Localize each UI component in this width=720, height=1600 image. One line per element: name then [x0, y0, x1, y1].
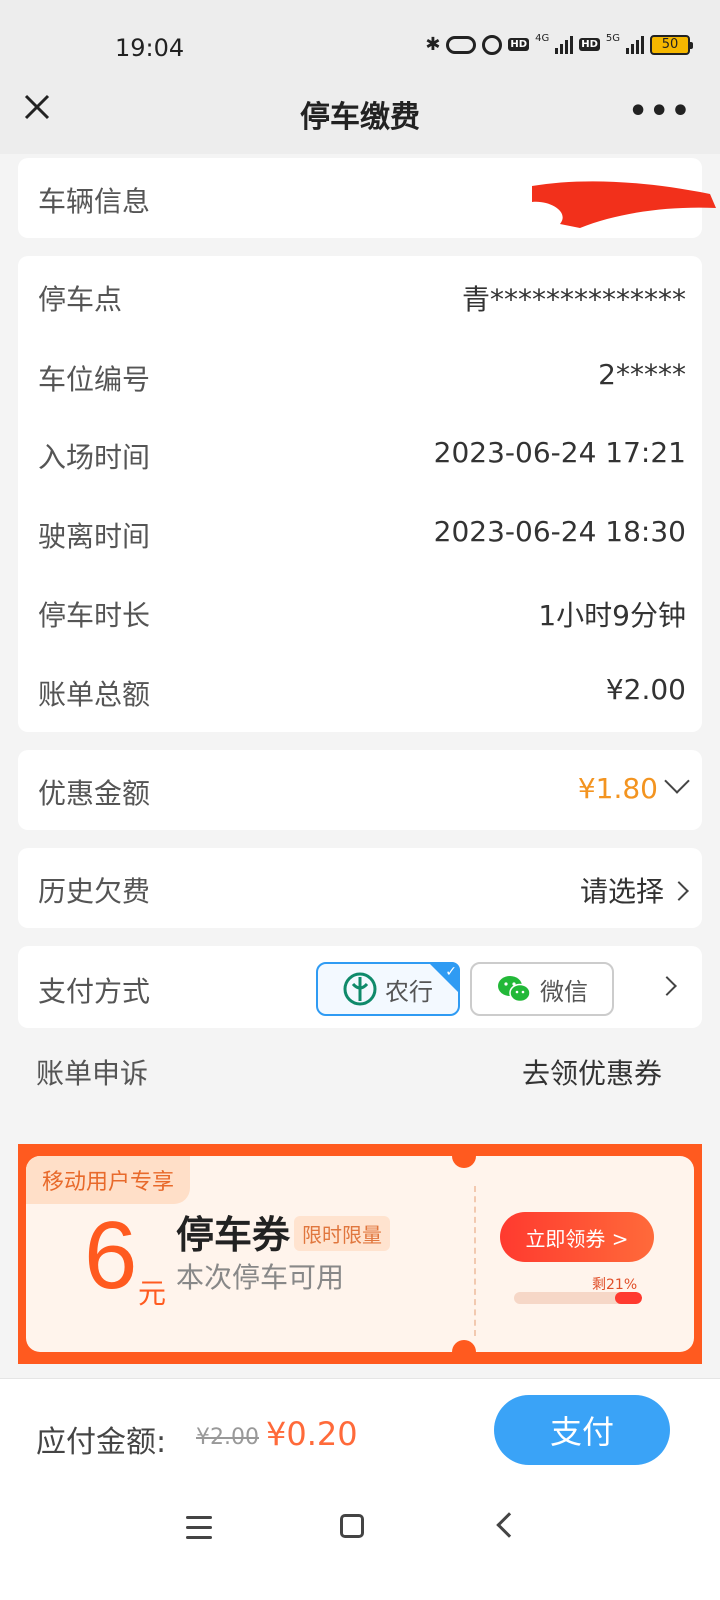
payment-option-abc[interactable]: 农行 ✓	[316, 962, 460, 1016]
selected-check-icon: ✓	[428, 962, 460, 994]
bluetooth-icon: ✱	[425, 34, 441, 55]
payment-more[interactable]	[652, 970, 677, 1003]
detail-label: 驶离时间	[38, 520, 151, 553]
hd-badge: HD	[508, 38, 530, 51]
discount-card[interactable]: 优惠金额 ¥1.80	[18, 750, 702, 830]
network-4g-label: 4G	[535, 33, 550, 44]
chevron-down-icon	[664, 768, 690, 794]
remaining-progress-fill	[615, 1292, 642, 1304]
redaction-mark	[532, 181, 716, 228]
history-select[interactable]: 请选择	[580, 875, 664, 908]
detail-label: 账单总额	[38, 678, 151, 711]
discount-value: ¥1.80	[577, 772, 658, 805]
banner-tag: 移动用户专享	[26, 1156, 191, 1204]
detail-value: ¥2.00	[605, 673, 686, 706]
status-time: 19:04	[115, 34, 185, 62]
discount-row[interactable]: 优惠金额 ¥1.80	[18, 750, 702, 830]
coupon-banner[interactable]: 移动用户专享 6 元 停车券 限时限量 本次停车可用 立即领券 > 剩21%	[18, 1144, 702, 1364]
coupon-notch-bottom	[452, 1340, 476, 1364]
coupon-card: 移动用户专享 6 元 停车券 限时限量 本次停车可用 立即领券 > 剩21%	[26, 1156, 694, 1352]
coupon-notch-top	[452, 1144, 476, 1168]
detail-value: 2023-06-24 17:21	[433, 436, 686, 469]
discount-value-wrap: ¥1.80	[577, 768, 690, 805]
detail-row-parking-lot: 停车点 青**************	[18, 256, 702, 336]
payment-label: 支付方式	[38, 975, 151, 1008]
detail-label: 停车点	[38, 283, 123, 316]
remaining-label: 剩21%	[592, 1277, 638, 1293]
battery-icon: 50	[650, 34, 693, 55]
history-row[interactable]: 历史欠费 请选择	[18, 848, 702, 928]
signal-icon	[555, 35, 574, 54]
payment-option-wechat[interactable]: 微信	[470, 962, 614, 1016]
detail-row-duration: 停车时长 1小时9分钟	[18, 572, 702, 652]
coupon-unit: 元	[138, 1277, 167, 1310]
limited-badge: 限时限量	[294, 1216, 390, 1251]
chevron-right-icon	[657, 976, 677, 996]
chevron-right-icon	[669, 881, 689, 901]
payment-option-label: 微信	[540, 977, 588, 1006]
detail-row-total: 账单总额 ¥2.00	[18, 651, 702, 731]
menu-icon[interactable]	[186, 1516, 212, 1546]
vibrate-icon	[446, 35, 477, 54]
hd-badge-2: HD	[579, 38, 600, 51]
nav-bar: 停车缴费 •••	[0, 70, 720, 154]
pay-button[interactable]: 支付	[494, 1395, 670, 1465]
alarm-icon	[482, 34, 503, 55]
detail-label: 入场时间	[38, 441, 151, 474]
coupon-divider	[474, 1186, 476, 1336]
history-card[interactable]: 历史欠费 请选择	[18, 848, 702, 928]
bottom-pay-bar: 应付金额: ¥2.00 ¥0.20 支付	[0, 1378, 720, 1498]
appeal-link[interactable]: 账单申诉	[36, 1052, 148, 1092]
history-value-wrap: 请选择	[580, 870, 689, 910]
details-card: 停车点 青************** 车位编号 2***** 入场时间 202…	[18, 256, 702, 732]
signal-icon-2	[626, 35, 644, 54]
vehicle-label: 车辆信息	[38, 185, 151, 218]
network-5g-label: 5G	[605, 33, 620, 44]
detail-row-exit-time: 驶离时间 2023-06-24 18:30	[18, 493, 702, 573]
status-icons: ✱ HD 4G HD 5G 50	[425, 33, 693, 55]
claim-coupon-button[interactable]: 立即领券 >	[500, 1212, 654, 1262]
coupon-title: 停车券	[176, 1213, 291, 1257]
detail-label: 停车时长	[38, 599, 151, 632]
discount-label: 优惠金额	[38, 777, 151, 810]
coupon-subtitle: 本次停车可用	[176, 1261, 345, 1294]
remaining-progress	[514, 1292, 642, 1304]
detail-value: 2023-06-24 18:30	[433, 515, 686, 548]
detail-row-space-number: 车位编号 2*****	[18, 336, 702, 416]
due-amount: ¥0.20	[266, 1415, 358, 1453]
wechat-icon	[498, 976, 531, 1003]
abc-bank-icon	[343, 972, 377, 1006]
detail-row-entry-time: 入场时间 2023-06-24 17:21	[18, 414, 702, 494]
original-amount: ¥2.00	[196, 1425, 259, 1450]
detail-label: 车位编号	[38, 363, 151, 396]
detail-value: 2*****	[598, 358, 686, 391]
home-icon[interactable]	[340, 1514, 364, 1538]
history-label: 历史欠费	[38, 875, 151, 908]
coupon-amount: 6	[84, 1202, 138, 1309]
back-icon[interactable]	[496, 1512, 522, 1538]
get-coupon-link[interactable]: 去领优惠券	[522, 1052, 662, 1092]
payment-option-label: 农行	[385, 977, 433, 1006]
page-title: 停车缴费	[300, 100, 420, 135]
due-label: 应付金额:	[36, 1425, 167, 1460]
system-nav-bar	[0, 1498, 720, 1600]
detail-value: 1小时9分钟	[538, 599, 686, 632]
more-icon[interactable]: •••	[628, 94, 692, 129]
detail-value: 青**************	[461, 283, 686, 316]
